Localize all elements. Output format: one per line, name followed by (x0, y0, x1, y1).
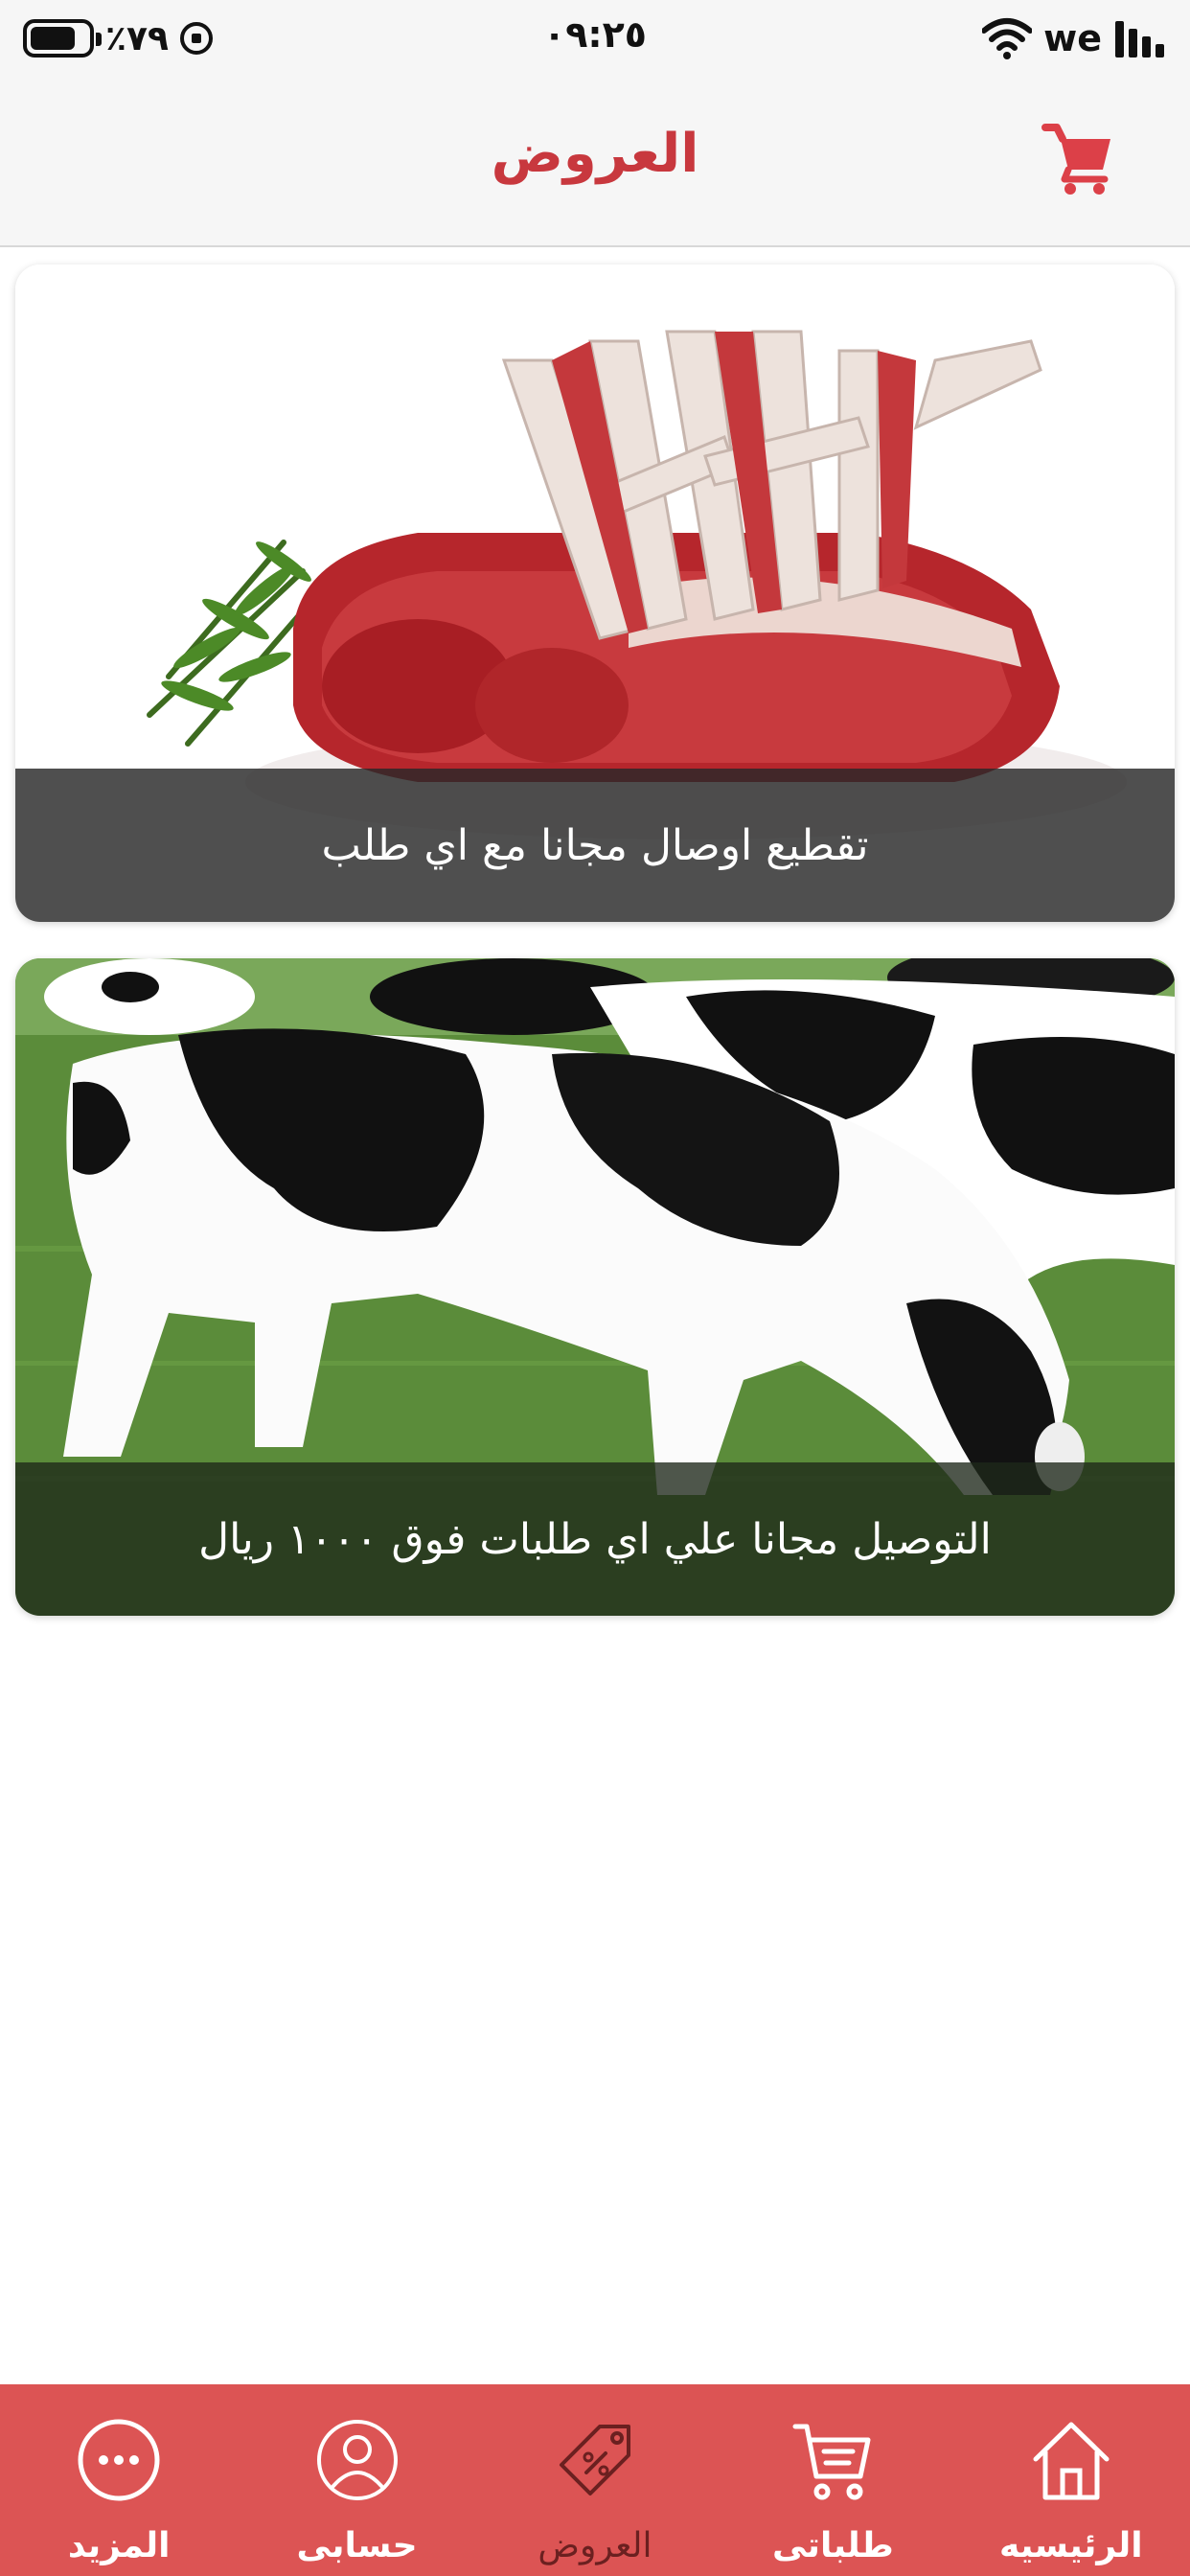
offer-caption: تقطيع اوصال مجانا مع اي طلب (321, 820, 869, 870)
offer-caption-bar: التوصيل مجانا علي اي طلبات فوق ١٠٠٠ ريال (15, 1462, 1175, 1616)
app-header: العروض (0, 77, 1190, 247)
wifi-icon (982, 17, 1033, 59)
offer-caption-bar: تقطيع اوصال مجانا مع اي طلب (15, 769, 1175, 922)
offer-card[interactable]: التوصيل مجانا علي اي طلبات فوق ١٠٠٠ ريال (15, 958, 1175, 1616)
home-icon (1018, 2407, 1124, 2513)
status-right: we (982, 13, 1167, 63)
tab-label: العروض (538, 2526, 652, 2565)
offer-tag-icon (542, 2407, 648, 2513)
cart-list-icon (780, 2407, 885, 2513)
more-icon (66, 2407, 172, 2513)
tab-home[interactable]: الرئيسيه (952, 2384, 1190, 2576)
tab-bar: الرئيسيه طلباتى العروض حسابى المزيد (0, 2384, 1190, 2576)
status-bar: ٪٧٩ ٠٩:٢٥ we (0, 0, 1190, 77)
tab-account[interactable]: حسابى (238, 2384, 475, 2576)
tab-label: المزيد (67, 2526, 171, 2565)
tab-label: طلباتى (772, 2526, 894, 2565)
carrier-name: we (1043, 17, 1102, 59)
tab-more[interactable]: المزيد (0, 2384, 238, 2576)
tab-label: الرئيسيه (998, 2526, 1143, 2565)
tab-label: حسابى (296, 2526, 418, 2565)
cart-button[interactable] (1035, 115, 1121, 201)
tab-orders[interactable]: طلباتى (714, 2384, 951, 2576)
tab-offers[interactable]: العروض (476, 2384, 714, 2576)
page-title: العروض (491, 123, 699, 185)
user-icon (305, 2407, 410, 2513)
signal-icon (1113, 17, 1167, 59)
offer-caption: التوصيل مجانا علي اي طلبات فوق ١٠٠٠ ريال (198, 1514, 992, 1564)
cart-icon (1041, 124, 1110, 195)
offer-card[interactable]: تقطيع اوصال مجانا مع اي طلب (15, 264, 1175, 922)
offers-list: تقطيع اوصال مجانا مع اي طلب التوصيل مجان… (15, 264, 1175, 1652)
